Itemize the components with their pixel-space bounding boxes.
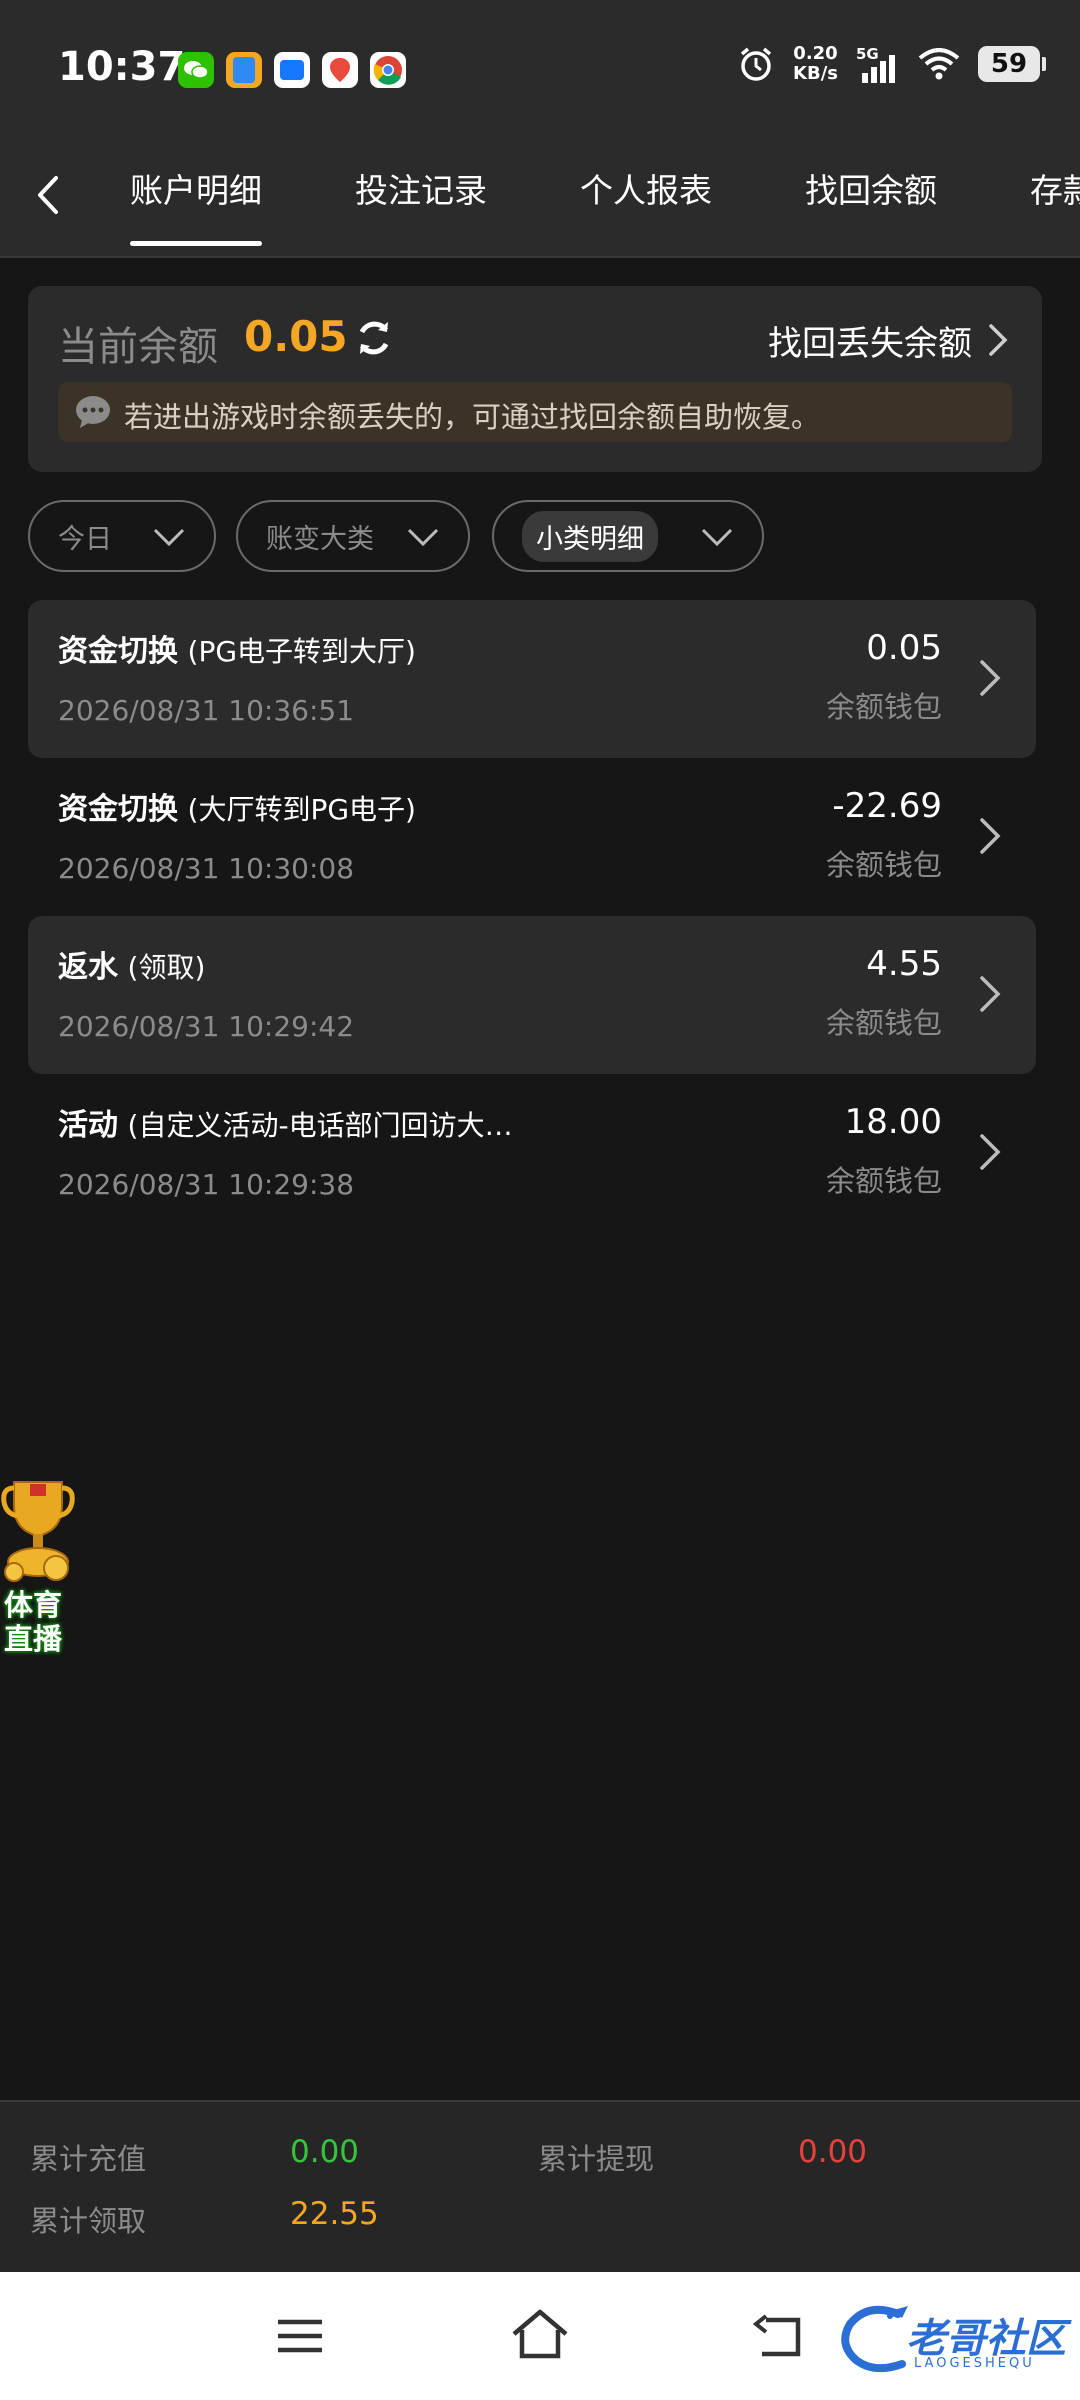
tab-personal-report[interactable]: 个人报表 bbox=[580, 164, 712, 212]
transaction-detail: (自定义活动-电话部门回访大… bbox=[127, 1109, 513, 1142]
transaction-time: 2026/08/31 10:36:51 bbox=[58, 694, 355, 727]
menu-icon[interactable] bbox=[276, 2314, 324, 2358]
tab-deposit[interactable]: 存款 bbox=[1030, 164, 1080, 212]
balance-card: 当前余额 0.05 找回丢失余额 若进出游戏时余额丢失的，可通过找回余额自助恢复… bbox=[28, 286, 1042, 472]
tip-text: 若进出游戏时余额丢失的，可通过找回余额自助恢复。 bbox=[124, 400, 821, 434]
back-chevron-icon[interactable] bbox=[28, 170, 68, 220]
recover-lost-balance-link[interactable]: 找回丢失余额 bbox=[768, 316, 972, 365]
transaction-amount: 4.55 bbox=[866, 944, 942, 984]
watermark-logo: 老哥社区 LAOGESHEQU bbox=[838, 2300, 1066, 2380]
transaction-time: 2026/08/31 10:29:42 bbox=[58, 1010, 355, 1043]
subcategory-filter-label: 小类明细 bbox=[522, 510, 658, 562]
back-icon[interactable] bbox=[752, 2314, 804, 2360]
transaction-title: 资金切换 (PG电子转到大厅) bbox=[58, 626, 416, 670]
battery-indicator: 59 bbox=[978, 46, 1046, 82]
sports-live-label-line2: 直播 bbox=[4, 1622, 63, 1656]
transaction-wallet: 余额钱包 bbox=[825, 1164, 942, 1198]
total-withdraw-label: 累计提现 bbox=[538, 2142, 655, 2176]
transaction-amount: 0.05 bbox=[866, 628, 942, 668]
tab-bet-records[interactable]: 投注记录 bbox=[355, 164, 487, 212]
transaction-title: 活动 (自定义活动-电话部门回访大… bbox=[58, 1100, 513, 1144]
home-icon[interactable] bbox=[510, 2308, 570, 2360]
chevron-down-icon bbox=[407, 528, 439, 547]
chevron-right-icon bbox=[980, 1134, 1001, 1170]
status-bar: 10:37 0.20 KB/s 5G 59 bbox=[0, 0, 1080, 130]
wifi-icon bbox=[918, 48, 960, 80]
refresh-icon[interactable] bbox=[352, 316, 396, 360]
transaction-time: 2026/08/31 10:30:08 bbox=[58, 852, 355, 885]
chat-app-icon bbox=[274, 52, 310, 88]
net-speed: 0.20 KB/s bbox=[793, 44, 838, 84]
chevron-right-icon bbox=[980, 976, 1001, 1012]
date-filter-label: 今日 bbox=[58, 523, 112, 555]
tip-banner: 若进出游戏时余额丢失的，可通过找回余额自助恢复。 bbox=[58, 382, 1012, 442]
date-filter-dropdown[interactable]: 今日 bbox=[28, 500, 216, 572]
chevron-right-icon[interactable] bbox=[986, 322, 1010, 358]
transaction-wallet: 余额钱包 bbox=[825, 1006, 942, 1040]
files-icon bbox=[226, 52, 262, 88]
total-withdraw-value: 0.00 bbox=[798, 2134, 868, 2170]
notification-app-icons bbox=[178, 52, 406, 88]
alarm-icon bbox=[740, 47, 772, 81]
balance-value: 0.05 bbox=[244, 312, 348, 361]
summary-panel: 累计充值 0.00 累计提现 0.00 累计领取 22.55 bbox=[0, 2100, 1080, 2272]
transaction-type: 资金切换 bbox=[58, 792, 178, 827]
subcategory-filter-dropdown[interactable]: 小类明细 bbox=[492, 500, 764, 572]
transaction-amount: 18.00 bbox=[844, 1102, 942, 1142]
tab-account-details[interactable]: 账户明细 bbox=[130, 164, 262, 246]
tab-recover-balance[interactable]: 找回余额 bbox=[805, 164, 937, 212]
transaction-row[interactable]: 活动 (自定义活动-电话部门回访大… 2026/08/31 10:29:38 1… bbox=[28, 1074, 1036, 1232]
balance-label: 当前余额 bbox=[58, 324, 218, 370]
transaction-title: 资金切换 (大厅转到PG电子) bbox=[58, 784, 416, 828]
trophy-icon bbox=[1, 1481, 75, 1582]
chevron-down-icon bbox=[701, 528, 733, 547]
cellular-signal-icon: 5G bbox=[856, 45, 900, 83]
transaction-detail: (PG电子转到大厅) bbox=[187, 635, 416, 668]
total-claimed-label: 累计领取 bbox=[30, 2204, 147, 2238]
category-filter-dropdown[interactable]: 账变大类 bbox=[236, 500, 470, 572]
transaction-row[interactable]: 返水 (领取) 2026/08/31 10:29:42 4.55 余额钱包 bbox=[28, 916, 1036, 1074]
chevron-right-icon bbox=[980, 660, 1001, 696]
chat-bubble-icon bbox=[76, 396, 110, 428]
chrome-icon bbox=[370, 52, 406, 88]
total-deposit-label: 累计充值 bbox=[30, 2142, 147, 2176]
transaction-time: 2026/08/31 10:29:38 bbox=[58, 1168, 355, 1201]
status-time: 10:37 bbox=[58, 44, 186, 90]
transaction-amount: -22.69 bbox=[832, 786, 942, 826]
category-filter-label: 账变大类 bbox=[266, 523, 374, 555]
status-indicators: 0.20 KB/s 5G 59 bbox=[737, 44, 1046, 84]
transaction-detail: (大厅转到PG电子) bbox=[187, 793, 416, 826]
wechat-icon bbox=[178, 52, 214, 88]
transaction-detail: (领取) bbox=[127, 951, 206, 984]
total-claimed-value: 22.55 bbox=[290, 2196, 379, 2232]
transaction-type: 活动 bbox=[58, 1108, 118, 1143]
net-speed-value: 0.20 bbox=[793, 43, 838, 64]
sports-live-floating-button[interactable]: 体育 直播 bbox=[0, 1476, 76, 1660]
top-tab-bar: 账户明细 投注记录 个人报表 找回余额 存款 bbox=[0, 130, 1080, 258]
transaction-title: 返水 (领取) bbox=[58, 942, 205, 986]
sports-live-label: 体育 直播 bbox=[4, 1588, 62, 1656]
sports-live-label-line1: 体育 bbox=[4, 1588, 63, 1622]
chevron-right-icon bbox=[980, 818, 1001, 854]
transaction-type: 资金切换 bbox=[58, 634, 178, 669]
transaction-row[interactable]: 资金切换 (大厅转到PG电子) 2026/08/31 10:30:08 -22.… bbox=[28, 758, 1036, 916]
chevron-down-icon bbox=[153, 528, 185, 547]
transaction-wallet: 余额钱包 bbox=[825, 848, 942, 882]
total-deposit-value: 0.00 bbox=[290, 2134, 360, 2170]
net-speed-unit: KB/s bbox=[793, 63, 838, 84]
transaction-row[interactable]: 资金切换 (PG电子转到大厅) 2026/08/31 10:36:51 0.05… bbox=[28, 600, 1036, 758]
map-app-icon bbox=[322, 52, 358, 88]
watermark-subtext: LAOGESHEQU bbox=[914, 2356, 1035, 2371]
transaction-wallet: 余额钱包 bbox=[825, 690, 942, 724]
system-navigation-bar: 老哥社区 LAOGESHEQU bbox=[0, 2272, 1080, 2400]
transaction-type: 返水 bbox=[58, 950, 118, 985]
transaction-list: 资金切换 (PG电子转到大厅) 2026/08/31 10:36:51 0.05… bbox=[28, 600, 1036, 1232]
